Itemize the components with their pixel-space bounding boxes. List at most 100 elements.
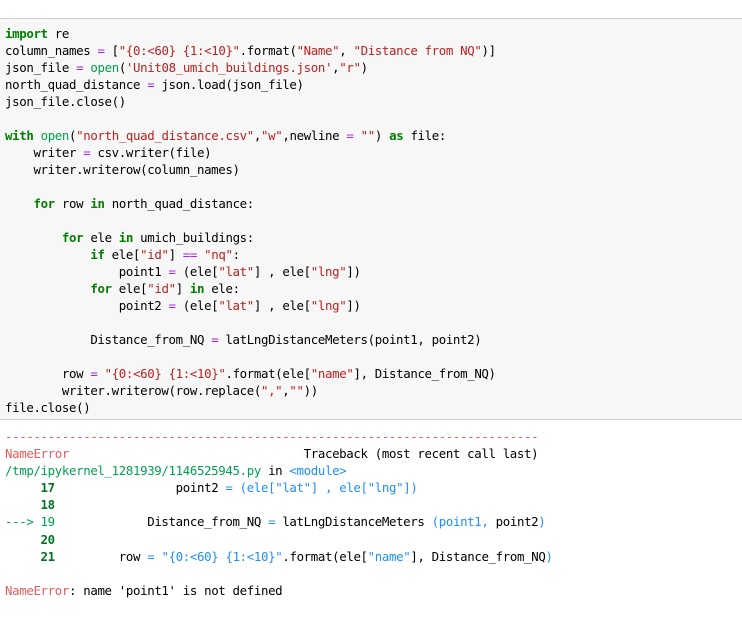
code-line: north_quad_distance = json.load(json_fil…: [5, 76, 496, 93]
code-cell-output: ----------------------------------------…: [0, 421, 742, 622]
code-token: ele: [83, 230, 119, 245]
code-token: (point1,: [431, 514, 496, 530]
code-token: ], Distance_from_NQ): [353, 366, 496, 381]
code-token: ]): [403, 480, 418, 496]
code-token: row: [54, 548, 148, 564]
code-token: ,: [339, 43, 354, 58]
code-token: "lat": [218, 264, 254, 279]
code-token: point2: [495, 514, 539, 530]
code-line: row = "{0:<60} {1:<10}".format(ele["name…: [5, 365, 496, 382]
code-token: import: [5, 26, 48, 41]
code-token: "": [360, 128, 376, 143]
code-token: writer: [5, 145, 84, 160]
code-token: for: [61, 230, 84, 245]
code-token: in: [189, 281, 205, 296]
code-token: ): [360, 60, 368, 75]
code-token: =: [346, 128, 354, 143]
code-line: if ele["id"] == "nq":: [5, 246, 496, 263]
code-line: file.close(): [5, 399, 496, 416]
traceback-line: ---> 19 Distance_from_NQ = latLngDistanc…: [5, 513, 553, 530]
code-token: ele[: [111, 281, 148, 296]
traceback-line: 17 point2 = (ele["lat"] , ele["lng"]): [5, 479, 553, 496]
code-token: ]: [168, 247, 183, 262]
code-token: 20: [5, 531, 56, 547]
code-line: point1 = (ele["lat"] , ele["lng"]): [5, 263, 496, 280]
code-token: latLngDistanceMeters: [275, 514, 432, 530]
code-token: "id": [140, 247, 169, 262]
code-token: row: [5, 366, 91, 381]
code-token: for: [33, 196, 55, 211]
code-token: (ele[: [175, 264, 219, 279]
code-cell-input[interactable]: import re column_names = ["{0:<60} {1:<10…: [0, 18, 742, 420]
code-token: json_file: [5, 60, 77, 75]
code-token: "north_quad_distance.csv": [76, 128, 254, 143]
code-token: =: [168, 264, 176, 279]
code-line: for ele in umich_buildings:: [5, 229, 496, 246]
code-line: writer.writerow(row.replace(",","")): [5, 382, 496, 399]
code-token: ): [374, 128, 390, 143]
code-token: ",": [260, 383, 283, 398]
code-line: writer.writerow(column_names): [5, 161, 496, 178]
code-token: "id": [147, 281, 176, 296]
code-token: ----------------------------------------…: [5, 429, 539, 444]
code-token: "{0:<60} {1:<10}": [161, 548, 283, 564]
code-token: point1: [5, 264, 169, 279]
code-token: "{0:<60} {1:<10}": [104, 366, 226, 381]
code-token: umich_buildings:: [133, 230, 254, 245]
code-token: file:: [403, 128, 446, 143]
code-token: ele:: [204, 281, 240, 296]
code-token: "": [289, 383, 304, 398]
code-token: 17: [5, 480, 56, 496]
code-token: in: [260, 463, 290, 479]
code-editor[interactable]: import re column_names = ["{0:<60} {1:<10…: [5, 25, 496, 416]
code-token: /tmp/ipykernel_1281939/1146525945.py: [5, 463, 261, 479]
code-token: NameError: [5, 446, 69, 462]
code-token: "name": [310, 366, 354, 381]
code-token: (ele[: [175, 298, 219, 313]
code-line: json_file.close(): [5, 93, 496, 110]
code-line: column_names = ["{0:<60} {1:<10}".format…: [5, 42, 496, 59]
traceback-line: 21 row = "{0:<60} {1:<10}".format(ele["n…: [5, 548, 553, 565]
code-token: ]: [175, 281, 190, 296]
code-token: writer.writerow(row.replace(: [5, 383, 261, 398]
code-token: json_file.close(): [5, 94, 126, 109]
code-token: open: [40, 128, 70, 143]
error-traceback: ----------------------------------------…: [5, 428, 553, 599]
code-token: in: [90, 196, 105, 211]
code-line: for row in north_quad_distance:: [5, 195, 496, 212]
code-token: Traceback (most recent call last): [69, 446, 539, 462]
code-token: "name": [367, 548, 411, 564]
code-token: in: [118, 230, 134, 245]
code-token: ] , ele[: [253, 264, 311, 279]
code-token: ): [538, 514, 546, 530]
code-token: "Distance from NQ": [353, 43, 482, 58]
code-token: ]): [346, 298, 361, 313]
code-token: as: [389, 128, 404, 143]
code-token: <module>: [289, 463, 347, 479]
code-token: open: [90, 60, 119, 75]
traceback-line: 18: [5, 496, 553, 513]
code-token: "r": [339, 60, 361, 75]
code-token: point2: [54, 480, 226, 496]
code-token: ] , ele[: [310, 480, 368, 496]
code-token: file.close(): [5, 400, 91, 415]
code-token: ==: [182, 247, 198, 262]
code-token: point2: [5, 298, 169, 313]
code-token: re: [47, 26, 70, 41]
code-line: json_file = open('Unit08_umich_buildings…: [5, 59, 496, 76]
code-token: 21: [5, 548, 56, 564]
code-line: writer = csv.writer(file): [5, 144, 496, 161]
code-token: for: [90, 281, 112, 296]
code-token: north_quad_distance:: [104, 196, 255, 211]
traceback-line: /tmp/ipykernel_1281939/1146525945.py in …: [5, 462, 553, 479]
code-token: "Name": [296, 43, 340, 58]
